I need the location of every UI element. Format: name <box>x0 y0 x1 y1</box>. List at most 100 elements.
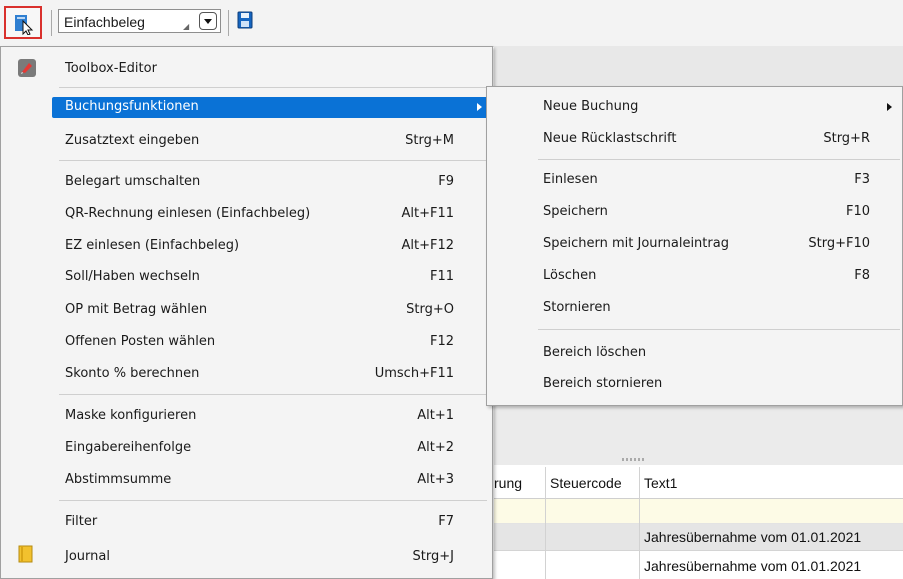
menu-item-label: Neue Buchung <box>543 99 639 114</box>
menu-separator <box>538 329 900 330</box>
menu-item-label: Speichern <box>543 204 608 219</box>
menu-item-soll-haben[interactable]: Soll/Haben wechseln F11 <box>2 263 491 292</box>
menu-item-shortcut: Alt+2 <box>417 440 454 455</box>
menu-item-filter[interactable]: Filter F7 <box>2 508 491 537</box>
menu-item-label: Zusatztext eingeben <box>65 133 200 148</box>
submenu-item-einlesen[interactable]: Einlesen F3 <box>487 166 902 195</box>
journal-icon <box>18 545 33 563</box>
table-row[interactable] <box>494 499 903 524</box>
column-header-steuercode[interactable]: Steuercode <box>550 475 622 491</box>
menu-item-op-mit-betrag[interactable]: OP mit Betrag wählen Strg+O <box>2 296 491 325</box>
menu-item-label: Offenen Posten wählen <box>65 334 216 349</box>
submenu-item-stornieren[interactable]: Stornieren <box>487 294 902 323</box>
cell-text1: Jahresübernahme vom 01.01.2021 <box>644 558 862 574</box>
menu-item-abstimmsumme[interactable]: Abstimmsumme Alt+3 <box>2 466 491 495</box>
menu-item-eingabereihenfolge[interactable]: Eingabereihenfolge Alt+2 <box>2 434 491 463</box>
menu-item-shortcut: Alt+3 <box>417 472 454 487</box>
submenu-item-bereich-loeschen[interactable]: Bereich löschen <box>487 339 902 368</box>
submenu-item-neue-ruecklastschrift[interactable]: Neue Rücklastschrift Strg+R <box>487 125 902 154</box>
menu-item-label: QR-Rechnung einlesen (Einfachbeleg) <box>65 206 311 221</box>
menu-item-shortcut: Strg+R <box>823 131 870 146</box>
toolbox-editor-icon <box>18 59 36 77</box>
menu-item-buchungsfunktionen[interactable]: Buchungsfunktionen <box>52 97 488 118</box>
menu-item-shortcut: F8 <box>854 268 870 283</box>
menu-item-maske-konfigurieren[interactable]: Maske konfigurieren Alt+1 <box>2 402 491 431</box>
cell-text1: Jahresübernahme vom 01.01.2021 <box>644 529 862 545</box>
menu-item-label: Belegart umschalten <box>65 174 201 189</box>
menu-separator <box>59 394 487 395</box>
menu-item-shortcut: Alt+F12 <box>401 238 454 253</box>
menu-item-shortcut: F11 <box>429 269 454 284</box>
toolbar-separator <box>51 10 52 36</box>
grid-divider <box>639 467 640 579</box>
belegart-select[interactable]: Einfachbeleg ◢ <box>58 9 221 33</box>
grid-divider <box>545 467 546 579</box>
menu-item-shortcut: F9 <box>438 174 454 189</box>
submenu-item-loeschen[interactable]: Löschen F8 <box>487 262 902 291</box>
menu-item-offenen-posten[interactable]: Offenen Posten wählen F12 <box>2 328 491 357</box>
menu-item-qr-rechnung[interactable]: QR-Rechnung einlesen (Einfachbeleg) Alt+… <box>2 200 491 229</box>
menu-item-toolbox-editor[interactable]: Toolbox-Editor <box>2 55 491 84</box>
column-header[interactable]: rung <box>494 475 522 491</box>
menu-item-shortcut: Strg+O <box>406 302 454 317</box>
splitter-grip[interactable] <box>622 458 646 461</box>
menu-item-shortcut: Umsch+F11 <box>374 366 454 381</box>
menu-item-label: Einlesen <box>543 172 598 187</box>
menu-item-label: Buchungsfunktionen <box>65 99 199 114</box>
menu-item-shortcut: Strg+M <box>405 133 454 148</box>
menu-item-shortcut: Strg+J <box>412 549 454 564</box>
toolbox-select-icon <box>15 15 34 35</box>
menu-item-shortcut: F12 <box>429 334 454 349</box>
menu-separator <box>59 160 487 161</box>
menu-item-label: Speichern mit Journaleintrag <box>543 236 729 251</box>
menu-separator <box>538 159 900 160</box>
menu-item-label: Stornieren <box>543 300 611 315</box>
menu-item-label: Abstimmsumme <box>65 472 172 487</box>
menu-item-shortcut: Alt+1 <box>417 408 454 423</box>
buchungsfunktionen-submenu: Neue Buchung Neue Rücklastschrift Strg+R… <box>486 86 903 406</box>
floppy-disk-icon[interactable] <box>237 11 253 29</box>
submenu-arrow-icon <box>887 103 892 111</box>
menu-item-label: EZ einlesen (Einfachbeleg) <box>65 238 240 253</box>
belegart-value: Einfachbeleg <box>64 14 145 30</box>
submenu-item-bereich-stornieren[interactable]: Bereich stornieren <box>487 370 902 399</box>
menu-item-label: Maske konfigurieren <box>65 408 197 423</box>
toolbar-separator <box>228 10 229 36</box>
menu-separator <box>59 87 487 88</box>
toolbar: Einfachbeleg ◢ <box>0 0 903 47</box>
menu-item-journal[interactable]: Journal Strg+J <box>2 543 491 572</box>
background-panel <box>494 46 903 89</box>
menu-item-label: Bereich löschen <box>543 345 647 360</box>
menu-item-label: Toolbox-Editor <box>65 61 157 76</box>
toolbox-button[interactable] <box>4 6 42 39</box>
background-panel <box>494 405 903 465</box>
menu-item-label: Soll/Haben wechseln <box>65 269 200 284</box>
menu-item-skonto[interactable]: Skonto % berechnen Umsch+F11 <box>2 360 491 389</box>
menu-item-zusatztext[interactable]: Zusatztext eingeben Strg+M <box>2 127 491 156</box>
menu-item-shortcut: F3 <box>854 172 870 187</box>
menu-item-label: Neue Rücklastschrift <box>543 131 677 146</box>
chevron-down-icon[interactable] <box>199 12 217 30</box>
menu-separator <box>59 500 487 501</box>
menu-item-belegart-umschalten[interactable]: Belegart umschalten F9 <box>2 168 491 197</box>
column-header-text1[interactable]: Text1 <box>644 475 677 491</box>
menu-item-label: Löschen <box>543 268 597 283</box>
submenu-arrow-icon <box>477 103 482 111</box>
menu-item-label: Bereich stornieren <box>543 376 663 391</box>
menu-item-label: Journal <box>65 549 110 564</box>
menu-item-label: Skonto % berechnen <box>65 366 200 381</box>
submenu-item-neue-buchung[interactable]: Neue Buchung <box>487 93 902 122</box>
menu-item-shortcut: Alt+F11 <box>401 206 454 221</box>
menu-item-shortcut: F10 <box>845 204 870 219</box>
menu-item-shortcut: Strg+F10 <box>808 236 870 251</box>
submenu-item-speichern-journal[interactable]: Speichern mit Journaleintrag Strg+F10 <box>487 230 902 259</box>
resize-grip-icon: ◢ <box>183 22 190 31</box>
menu-item-label: Filter <box>65 514 98 529</box>
menu-item-shortcut: F7 <box>438 514 454 529</box>
menu-item-label: Eingabereihenfolge <box>65 440 192 455</box>
toolbox-menu: Toolbox-Editor Buchungsfunktionen Zusatz… <box>0 46 493 579</box>
menu-item-ez-einlesen[interactable]: EZ einlesen (Einfachbeleg) Alt+F12 <box>2 232 491 261</box>
submenu-item-speichern[interactable]: Speichern F10 <box>487 198 902 227</box>
menu-item-label: OP mit Betrag wählen <box>65 302 208 317</box>
booking-grid: rung Steuercode Text1 Jahresübernahme vo… <box>494 467 903 579</box>
